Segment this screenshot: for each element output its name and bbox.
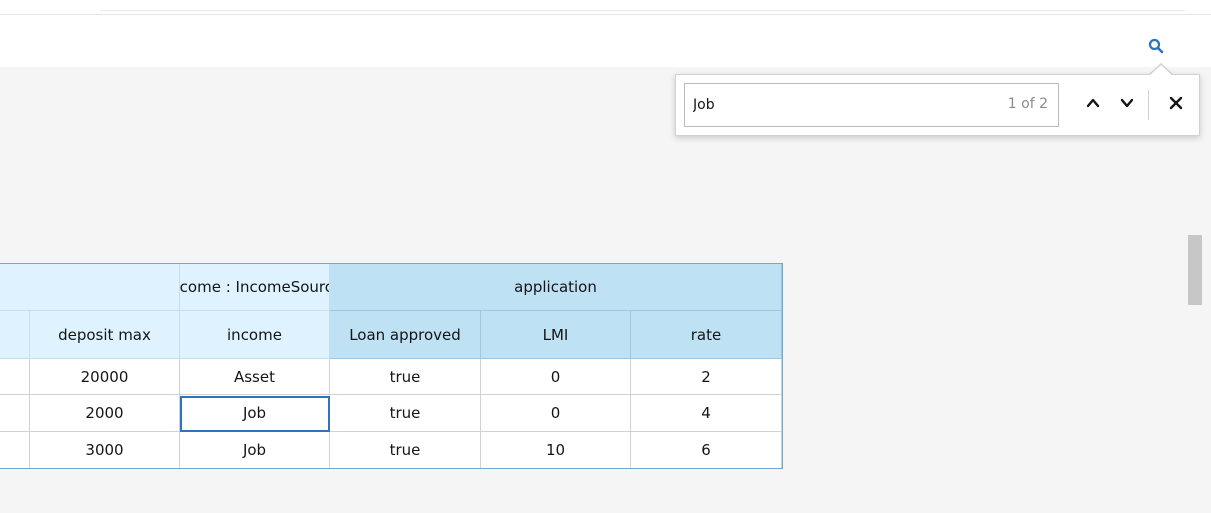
scrollbar-thumb[interactable] <box>1188 235 1202 305</box>
find-popover: 1 of 2 <box>675 74 1200 136</box>
cell-text: Job <box>242 441 267 459</box>
find-input[interactable] <box>693 84 993 126</box>
table-cell[interactable]: 6 <box>631 432 782 469</box>
cell-text: 0 <box>550 404 561 422</box>
header-col-income[interactable]: income <box>180 311 330 359</box>
cell-text: 4 <box>701 404 711 422</box>
cell-text: 2 <box>701 367 711 386</box>
cell-text: 3000 <box>85 441 124 459</box>
cell-text: 20000 <box>80 367 129 386</box>
table-cell[interactable]: 20000 <box>30 359 180 395</box>
table-cell[interactable]: 4 <box>631 395 782 432</box>
table-cell[interactable]: true <box>330 395 481 432</box>
table-cell[interactable]: 10 <box>481 432 631 469</box>
table-cell-hidden[interactable] <box>0 395 30 432</box>
popover-divider <box>1148 90 1149 120</box>
cell-text: 10 <box>545 441 566 459</box>
table-cell[interactable]: 3000 <box>30 432 180 469</box>
close-find-button[interactable] <box>1162 89 1190 117</box>
search-toggle-button[interactable] <box>1141 31 1171 61</box>
header-col-lmi[interactable]: LMI <box>481 311 631 359</box>
chevron-up-icon <box>1086 98 1100 108</box>
header-col-deposit-max[interactable]: deposit max <box>30 311 180 359</box>
table-cell[interactable]: true <box>330 432 481 469</box>
table-cell[interactable]: 2000 <box>30 395 180 432</box>
column-label: LMI <box>542 325 569 344</box>
header-group-income-label: income : IncomeSource <box>180 277 329 296</box>
search-icon <box>1148 38 1164 54</box>
header-group-empty[interactable] <box>0 263 180 311</box>
match-count: 1 of 2 <box>1007 96 1048 112</box>
column-label: rate <box>690 325 722 344</box>
table-cell[interactable]: true <box>330 359 481 395</box>
popover-arrow-fill <box>1149 65 1173 76</box>
next-match-button[interactable] <box>1113 89 1141 117</box>
find-field[interactable]: 1 of 2 <box>684 83 1059 127</box>
column-label: income <box>227 325 282 344</box>
header-col-hidden[interactable] <box>0 311 30 359</box>
previous-match-button[interactable] <box>1079 89 1107 117</box>
cell-text: true <box>389 441 421 459</box>
table-cell[interactable]: 0 <box>481 359 631 395</box>
table-cell-match[interactable]: Job <box>180 395 330 432</box>
cell-text: 0 <box>550 367 561 386</box>
header-group-application-label: application <box>514 277 597 296</box>
cell-text: true <box>389 404 421 422</box>
top-strip <box>0 0 1211 14</box>
cell-text: Asset <box>233 367 275 386</box>
table-cell[interactable]: 0 <box>481 395 631 432</box>
cell-text: Job <box>242 404 267 422</box>
header-group-income[interactable]: income : IncomeSource <box>180 263 330 311</box>
table-cell[interactable]: 2 <box>631 359 782 395</box>
cell-text: 2000 <box>85 404 124 422</box>
chevron-down-icon <box>1120 98 1134 108</box>
table-cell-hidden[interactable] <box>0 359 30 395</box>
table-cell-hidden[interactable] <box>0 432 30 469</box>
cell-text: true <box>389 367 421 386</box>
header-col-rate[interactable]: rate <box>631 311 782 359</box>
top-strip-divider <box>100 10 1185 11</box>
editor-toolbar <box>0 14 1211 68</box>
table-cell[interactable]: Job <box>180 432 330 469</box>
table-cell[interactable]: Asset <box>180 359 330 395</box>
column-label: Loan approved <box>349 325 461 344</box>
close-icon <box>1169 96 1183 110</box>
header-col-loan-approved[interactable]: Loan approved <box>330 311 481 359</box>
column-label: deposit max <box>58 325 151 344</box>
cell-text: 6 <box>701 441 711 459</box>
header-group-application[interactable]: application <box>330 263 782 311</box>
